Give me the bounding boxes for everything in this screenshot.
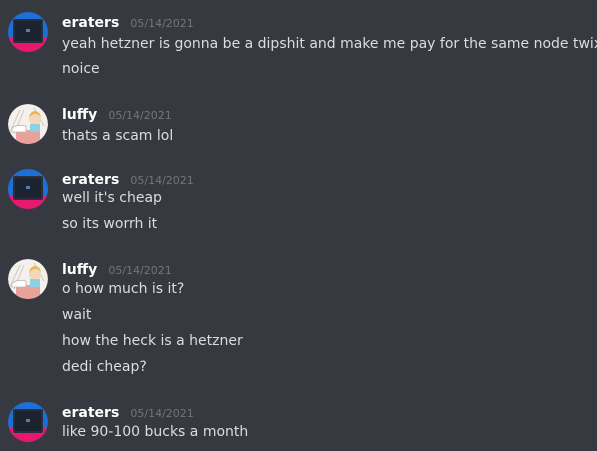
- message-text: well it's cheap: [62, 190, 162, 206]
- message-text: thats a scam lol: [62, 128, 174, 144]
- message-author[interactable]: luffy: [62, 107, 97, 123]
- message-timestamp: 05/14/2021: [130, 17, 194, 30]
- message-text: how the heck is a hetzner: [62, 333, 243, 349]
- eraters-avatar[interactable]: [8, 169, 48, 209]
- message-author[interactable]: eraters: [62, 15, 119, 31]
- luffy-avatar[interactable]: [8, 104, 48, 144]
- message-author[interactable]: luffy: [62, 262, 97, 278]
- eraters-avatar[interactable]: [8, 402, 48, 442]
- message-text: o how much is it?: [62, 281, 185, 297]
- message-timestamp: 05/14/2021: [130, 407, 194, 420]
- message-text: dedi cheap?: [62, 359, 147, 375]
- message-timestamp: 05/14/2021: [108, 109, 172, 122]
- message-text: yeah hetzner is gonna be a dipshit and m…: [62, 36, 597, 52]
- message-text: noice: [62, 61, 100, 77]
- message-text: wait: [62, 307, 92, 323]
- message-author[interactable]: eraters: [62, 172, 119, 188]
- message-text: so its worrh it: [62, 216, 158, 232]
- luffy-avatar[interactable]: [8, 259, 48, 299]
- chat-messages: eraters 05/14/2021 yeah hetzner is gonna…: [0, 0, 597, 451]
- eraters-avatar[interactable]: [8, 12, 48, 52]
- message-timestamp: 05/14/2021: [130, 174, 194, 187]
- message-timestamp: 05/14/2021: [108, 264, 172, 277]
- message-author[interactable]: eraters: [62, 405, 119, 421]
- message-text: like 90-100 bucks a month: [62, 424, 249, 440]
